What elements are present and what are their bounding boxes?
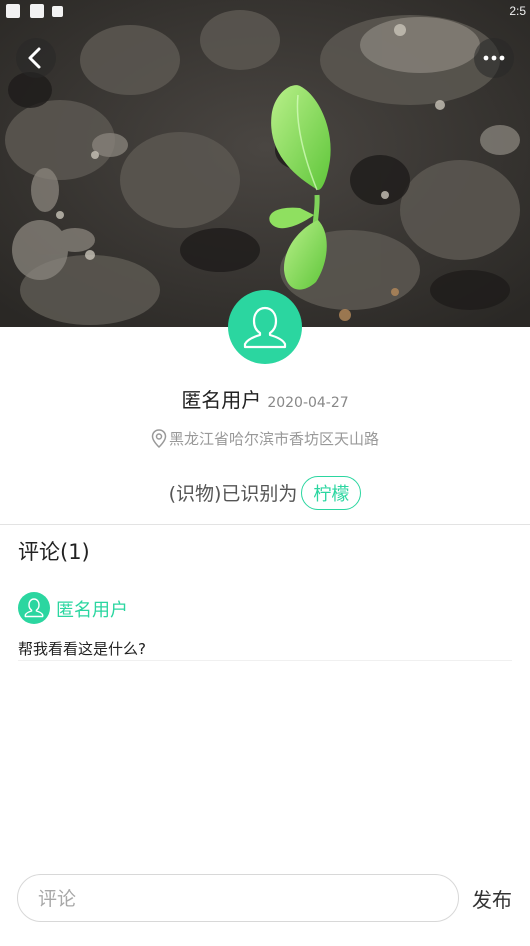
result-tag[interactable]: 柠檬 (301, 476, 362, 510)
divider (0, 524, 530, 525)
more-dots-icon (483, 55, 505, 61)
comment-username[interactable]: 匿名用户 (56, 596, 128, 622)
publish-button[interactable]: 发布 (472, 884, 512, 913)
post-author-line: 匿名用户 2020-04-27 (0, 384, 530, 413)
app-notification-icon (52, 6, 63, 17)
plant-photo (0, 0, 530, 327)
user-icon (243, 306, 287, 349)
post-username: 匿名用户 (181, 388, 262, 412)
avatar (228, 290, 302, 364)
notification-icon (6, 4, 20, 18)
comment-input[interactable] (36, 885, 440, 913)
chevron-left-icon (28, 47, 41, 69)
back-button[interactable] (16, 38, 56, 78)
location-text: 黑龙江省哈尔滨市香坊区天山路 (168, 430, 379, 448)
location-line: 黑龙江省哈尔滨市香坊区天山路 (0, 428, 530, 449)
comment-divider (18, 660, 512, 661)
comment-avatar (18, 592, 50, 624)
post-date: 2020-04-27 (267, 395, 349, 411)
comment-text: 帮我看看这是什么? (18, 640, 146, 658)
status-bar: 2:5 (0, 0, 530, 24)
user-icon (24, 598, 44, 618)
status-time: 2:5 (509, 4, 526, 18)
comment-input-container (17, 874, 459, 922)
recognition-result: (识物)已识别为 柠檬 (0, 476, 530, 510)
comments-title: 评论(1) (18, 540, 90, 564)
notification-icon (30, 4, 44, 18)
result-prefix: (识物)已识别为 (168, 483, 298, 505)
location-pin-icon (151, 429, 167, 449)
more-button[interactable] (474, 38, 514, 78)
